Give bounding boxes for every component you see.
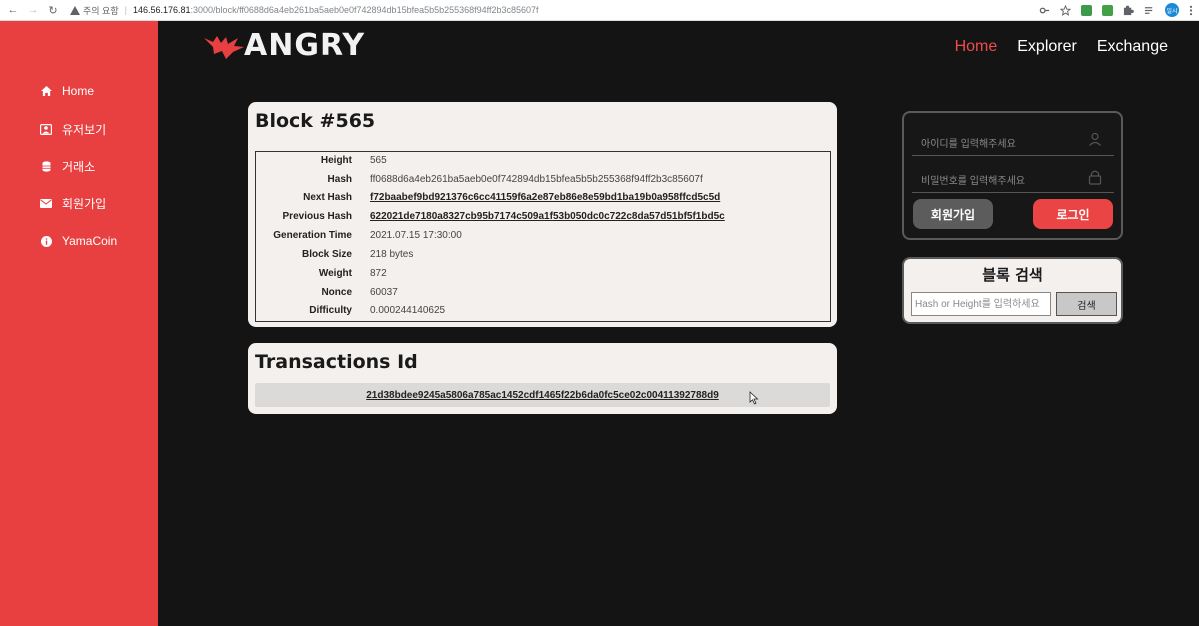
table-row: Hash ff0688d6a4eb261ba5aeb0e0f742894db15… xyxy=(256,171,830,189)
sidebar-item-label: 회원가입 xyxy=(62,197,107,211)
row-key: Hash xyxy=(327,174,352,185)
lock-icon xyxy=(1088,170,1102,185)
sidebar-item-users[interactable]: 유저보기 xyxy=(40,121,106,138)
envelope-icon xyxy=(40,198,52,210)
puzzle-icon[interactable] xyxy=(1123,5,1134,16)
sidebar-item-label: YamaCoin xyxy=(62,234,118,248)
browser-extension-icons: 일시 xyxy=(1039,3,1193,17)
home-icon xyxy=(40,85,52,97)
sidebar-item-exchange[interactable]: 거래소 xyxy=(40,158,95,175)
row-key: Block Size xyxy=(301,249,352,260)
security-label: 주의 요함 xyxy=(83,5,119,16)
block-card: Block #565 Height 565 Hash ff0688d6a4eb2… xyxy=(248,102,837,327)
table-row: Difficulty 0.000244140625 xyxy=(256,302,830,320)
row-key: Generation Time xyxy=(273,230,352,241)
database-icon xyxy=(40,161,52,173)
row-key: Height xyxy=(320,155,352,166)
top-navigation: Home Explorer Exchange xyxy=(955,38,1168,56)
block-title: Block #565 xyxy=(255,110,376,132)
row-key: Previous Hash xyxy=(282,211,352,222)
block-search-panel: 블록 검색 검색 xyxy=(902,257,1123,324)
row-key: Weight xyxy=(318,268,352,279)
reading-list-icon[interactable] xyxy=(1144,5,1155,16)
row-value: 60037 xyxy=(370,287,398,298)
row-value: 565 xyxy=(370,155,387,166)
url-host: 146.56.176.81 xyxy=(132,5,191,15)
logo-text: ANGRY xyxy=(244,28,366,63)
extension-green-icon[interactable] xyxy=(1081,4,1092,16)
user-icon xyxy=(40,124,52,136)
url-separator: | xyxy=(124,5,127,15)
site-logo[interactable]: ANGRY xyxy=(204,28,365,63)
sidebar: Home 유저보기 거래소 회원가입 YamaCoin xyxy=(0,21,158,626)
key-icon[interactable] xyxy=(1039,5,1050,16)
address-bar[interactable]: 146.56.176.81:3000/block/ff0688d6a4eb261… xyxy=(133,5,539,15)
table-row: Weight 872 xyxy=(256,265,830,283)
url-path: :3000/block/ff0688d6a4eb261ba5aeb0e0f742… xyxy=(190,5,539,15)
back-icon[interactable]: ← xyxy=(6,3,20,17)
row-value: 872 xyxy=(370,268,387,279)
info-icon xyxy=(40,235,52,247)
profile-avatar[interactable]: 일시 xyxy=(1165,3,1179,17)
security-warning[interactable]: 주의 요함 xyxy=(70,4,119,17)
user-icon xyxy=(1089,132,1101,146)
previous-hash-link[interactable]: 622021de7180a8327cb95b7174c509a1f53b050d… xyxy=(370,211,725,222)
kebab-menu-icon[interactable] xyxy=(1189,5,1193,16)
transaction-id-link[interactable]: 21d38bdee9245a5806a785ac1452cdf1465f22b6… xyxy=(255,383,830,407)
nav-explorer[interactable]: Explorer xyxy=(1017,38,1077,56)
table-row: Height 565 xyxy=(256,152,830,170)
row-value: ff0688d6a4eb261ba5aeb0e0f742894db15bfea5… xyxy=(370,174,703,185)
row-value: 2021.07.15 17:30:00 xyxy=(370,230,462,241)
table-row: Generation Time 2021.07.15 17:30:00 xyxy=(256,227,830,245)
table-row: Next Hash f72baabef9bd921376c6cc41159f6a… xyxy=(256,189,830,207)
table-row: Previous Hash 622021de7180a8327cb95b7174… xyxy=(256,208,830,226)
password-field[interactable]: 비밀번호를 입력해주세요 xyxy=(912,157,1114,193)
id-field[interactable]: 아이디를 입력해주세요 xyxy=(912,120,1114,156)
transactions-title: Transactions Id xyxy=(255,351,418,373)
login-button[interactable]: 로그인 xyxy=(1033,199,1113,229)
block-detail-table: Height 565 Hash ff0688d6a4eb261ba5aeb0e0… xyxy=(255,151,831,322)
search-title: 블록 검색 xyxy=(982,266,1043,284)
nav-exchange[interactable]: Exchange xyxy=(1097,38,1168,56)
extension-robot-icon[interactable] xyxy=(1102,4,1113,16)
search-input[interactable] xyxy=(911,292,1051,316)
login-panel: 아이디를 입력해주세요 비밀번호를 입력해주세요 회원가입 로그인 xyxy=(902,111,1123,240)
sidebar-item-label: Home xyxy=(62,84,95,98)
id-placeholder: 아이디를 입력해주세요 xyxy=(921,139,1016,150)
row-key: Next Hash xyxy=(303,192,352,203)
row-key: Difficulty xyxy=(309,305,352,316)
bat-logo-icon xyxy=(204,35,244,59)
sidebar-item-label: 유저보기 xyxy=(62,123,107,137)
password-placeholder: 비밀번호를 입력해주세요 xyxy=(921,176,1025,187)
forward-icon[interactable]: → xyxy=(26,3,40,17)
sidebar-item-signup[interactable]: 회원가입 xyxy=(40,195,106,212)
star-icon[interactable] xyxy=(1060,4,1071,16)
sidebar-item-label: 거래소 xyxy=(62,160,96,174)
nav-home[interactable]: Home xyxy=(955,38,998,56)
signup-button[interactable]: 회원가입 xyxy=(913,199,993,229)
sidebar-item-home[interactable]: Home xyxy=(40,84,94,98)
mouse-cursor-icon xyxy=(749,391,759,405)
browser-toolbar: ← → ↻ 주의 요함 | 146.56.176.81:3000/block/f… xyxy=(0,0,1199,21)
row-value: 0.000244140625 xyxy=(370,305,446,316)
reload-icon[interactable]: ↻ xyxy=(46,3,60,17)
next-hash-link[interactable]: f72baabef9bd921376c6cc41159f6a2e87eb86e8… xyxy=(370,192,720,203)
search-button[interactable]: 검색 xyxy=(1056,292,1117,316)
row-value: 218 bytes xyxy=(370,249,414,260)
table-row: Block Size 218 bytes xyxy=(256,246,830,264)
sidebar-item-yamacoin[interactable]: YamaCoin xyxy=(40,234,117,248)
warning-icon xyxy=(70,5,80,15)
row-key: Nonce xyxy=(321,287,352,298)
table-row: Nonce 60037 xyxy=(256,284,830,302)
